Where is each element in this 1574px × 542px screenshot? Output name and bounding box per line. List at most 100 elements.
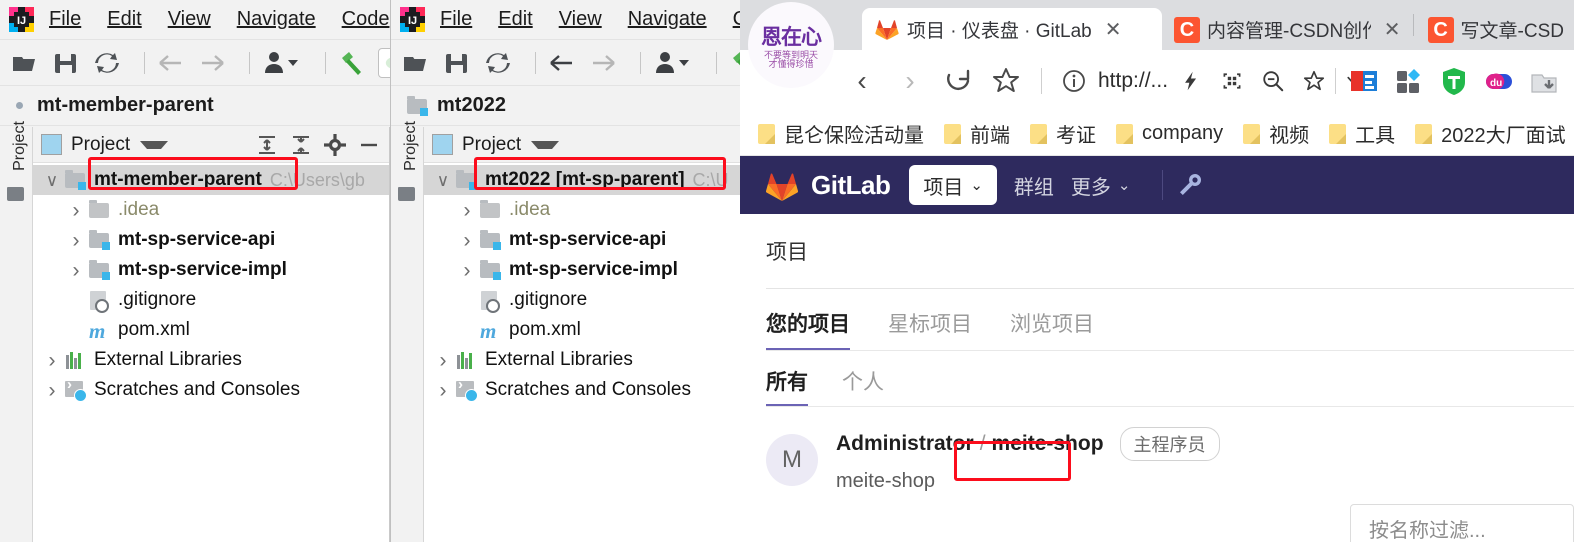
open-project-icon[interactable] <box>10 48 40 78</box>
ide1-menu-file[interactable]: File <box>49 8 81 31</box>
wrench-icon[interactable] <box>1177 172 1203 198</box>
tree-row[interactable]: .gitignore <box>33 285 389 315</box>
gitlab-logo-icon[interactable] <box>764 169 800 202</box>
project-name[interactable]: meite-shop <box>992 432 1104 456</box>
tree-row[interactable]: mt-sp-service-api <box>33 225 389 255</box>
bookmark-item[interactable]: 视频 <box>1243 119 1309 148</box>
gitlab-navbar[interactable]: GitLab 项目 ⌄ 群组 更多 ⌄ <box>740 156 1574 214</box>
build-hammer-icon[interactable] <box>337 48 367 78</box>
gitlab-nav-groups[interactable]: 群组 <box>1014 171 1054 200</box>
ide1-menu-code[interactable]: Code <box>342 8 390 31</box>
zoom-out-icon[interactable] <box>1255 63 1291 99</box>
tree-toggle-closed-icon[interactable] <box>65 230 87 251</box>
ide1-menu-view[interactable]: View <box>168 8 211 31</box>
du-extension-icon[interactable]: du <box>1484 66 1514 96</box>
tree-row[interactable]: mt-member-parent C:\Users\gb <box>33 165 389 195</box>
ide1-menu-navigate[interactable]: Navigate <box>237 8 316 31</box>
gitlab-project-list-item[interactable]: M Administrator / meite-shop 主程序员 meite-… <box>766 407 1574 493</box>
browser-tab-gitlab[interactable]: 项目 · 仪表盘 · GitLab ✕ <box>862 8 1162 50</box>
browser-window[interactable]: 恩在心 不要等到明天 才懂得珍惜 项目 · 仪表盘 · GitLab ✕ C 内… <box>740 0 1574 542</box>
save-all-icon[interactable] <box>51 48 81 78</box>
tree-row[interactable]: m pom.xml <box>33 315 389 345</box>
bookmark-item[interactable]: 昆仑保险活动量 <box>758 119 924 148</box>
browser-tab-csdn-manage[interactable]: C 内容管理-CSDN创作中 ✕ <box>1162 8 1411 50</box>
browser-tab-gitlab-close-icon[interactable]: ✕ <box>1105 17 1122 42</box>
back-button[interactable]: ‹ <box>840 59 884 103</box>
ide1-menubar[interactable]: IJ File Edit View Navigate Code Re <box>0 0 390 40</box>
shield-extension-icon[interactable] <box>1439 66 1469 96</box>
ide2-menu-edit[interactable]: Edit <box>498 8 532 31</box>
intellij-window-2[interactable]: IJ File Edit View Navigate Code <box>390 0 741 542</box>
ide2-menu-view[interactable]: View <box>559 8 602 31</box>
tree-toggle-closed-icon[interactable] <box>432 350 454 371</box>
tree-toggle-closed-icon[interactable] <box>456 260 478 281</box>
gitlab-secondary-tabs[interactable]: 所有 个人 <box>766 351 1574 407</box>
project-owner[interactable]: Administrator <box>836 432 974 456</box>
gitlab-nav-projects[interactable]: 项目 ⌄ <box>909 165 997 205</box>
qrcode-icon[interactable] <box>1214 63 1250 99</box>
ide1-toolbar[interactable]: Ap <box>0 40 390 86</box>
ide2-project-pane-header[interactable]: Project <box>424 127 740 163</box>
tree-toggle-closed-icon[interactable] <box>65 200 87 221</box>
navigate-back-icon-2[interactable] <box>547 48 577 78</box>
bookmark-item[interactable]: 前端 <box>944 119 1010 148</box>
save-all-icon-2[interactable] <box>442 48 472 78</box>
sync-refresh-icon[interactable] <box>92 48 122 78</box>
gitlab-nav-more[interactable]: 更多 ⌄ <box>1071 171 1131 200</box>
tree-row[interactable]: .idea <box>33 195 389 225</box>
gitlab-subtab-personal[interactable]: 个人 <box>842 366 884 407</box>
tree-row[interactable]: mt-sp-service-api <box>424 225 740 255</box>
bookmark-item[interactable]: 工具 <box>1329 119 1395 148</box>
tree-row[interactable]: m pom.xml <box>424 315 740 345</box>
tree-row[interactable]: External Libraries <box>424 345 740 375</box>
forward-button[interactable]: › <box>888 59 932 103</box>
bookmark-item[interactable]: 2022大厂面试 <box>1415 119 1566 148</box>
ide1-project-view-chevron-down-icon[interactable] <box>140 140 169 149</box>
tree-toggle-closed-icon[interactable] <box>41 350 63 371</box>
tree-row[interactable]: Scratches and Consoles <box>424 375 740 405</box>
address-bar[interactable]: http://... <box>1051 61 1363 101</box>
ide1-rail-project-label[interactable]: Project <box>11 114 29 178</box>
update-project-icon[interactable] <box>261 48 303 78</box>
ide2-menu-navigate[interactable]: Navigate <box>628 8 707 31</box>
tree-toggle-closed-icon[interactable] <box>456 200 478 221</box>
run-configuration-selector[interactable]: Ap <box>378 47 390 78</box>
tree-toggle-closed-icon[interactable] <box>432 380 454 401</box>
settings-gear-icon[interactable] <box>323 133 347 157</box>
ide1-tool-rail[interactable]: Project <box>0 121 33 542</box>
open-project-icon-2[interactable] <box>401 48 431 78</box>
fe-extension-icon[interactable] <box>1349 66 1379 96</box>
download-icon[interactable] <box>1529 66 1559 96</box>
tree-toggle-closed-icon[interactable] <box>456 230 478 251</box>
ide2-tool-rail[interactable]: Project <box>391 121 424 542</box>
gitlab-tab-explore-projects[interactable]: 浏览项目 <box>1010 308 1094 351</box>
navigate-back-icon[interactable] <box>156 48 186 78</box>
project-filter-input[interactable]: 按名称过滤... <box>1350 504 1574 542</box>
tree-row[interactable]: Scratches and Consoles <box>33 375 389 405</box>
update-project-icon-2[interactable] <box>652 48 694 78</box>
ide2-rail-project-label[interactable]: Project <box>402 114 420 178</box>
gitlab-subtab-all[interactable]: 所有 <box>766 366 808 407</box>
bookmark-item[interactable]: 考证 <box>1030 119 1096 148</box>
browser-tab-csdn-manage-close-icon[interactable]: ✕ <box>1384 17 1401 42</box>
ide2-menu-file[interactable]: File <box>440 8 472 31</box>
ide2-rail-structure-icon[interactable] <box>398 187 415 201</box>
browser-tab-csdn-write[interactable]: C 写文章-CSD <box>1416 8 1574 50</box>
hide-pane-icon[interactable] <box>357 133 381 157</box>
ide2-menubar[interactable]: IJ File Edit View Navigate Code <box>391 0 741 40</box>
ide1-project-tree[interactable]: mt-member-parent C:\Users\gb .idea mt-sp-se… <box>33 163 389 542</box>
gitlab-primary-tabs[interactable]: 您的项目 星标项目 浏览项目 <box>766 289 1574 351</box>
reload-button[interactable] <box>936 59 980 103</box>
tree-toggle-open-icon[interactable] <box>432 172 454 189</box>
expand-all-icon[interactable] <box>255 133 279 157</box>
tree-row[interactable]: mt-sp-service-impl <box>424 255 740 285</box>
navigate-forward-icon[interactable] <box>197 48 227 78</box>
browser-navigation-bar[interactable]: ‹ › http://... du <box>740 50 1574 112</box>
tree-row[interactable]: External Libraries <box>33 345 389 375</box>
tree-toggle-open-icon[interactable] <box>41 172 63 189</box>
navigate-forward-icon-2[interactable] <box>588 48 618 78</box>
ide1-rail-structure-icon[interactable] <box>7 187 24 201</box>
ide1-project-pane-header[interactable]: Project <box>33 127 389 163</box>
gitlab-tab-your-projects[interactable]: 您的项目 <box>766 308 850 351</box>
tree-toggle-closed-icon[interactable] <box>65 260 87 281</box>
